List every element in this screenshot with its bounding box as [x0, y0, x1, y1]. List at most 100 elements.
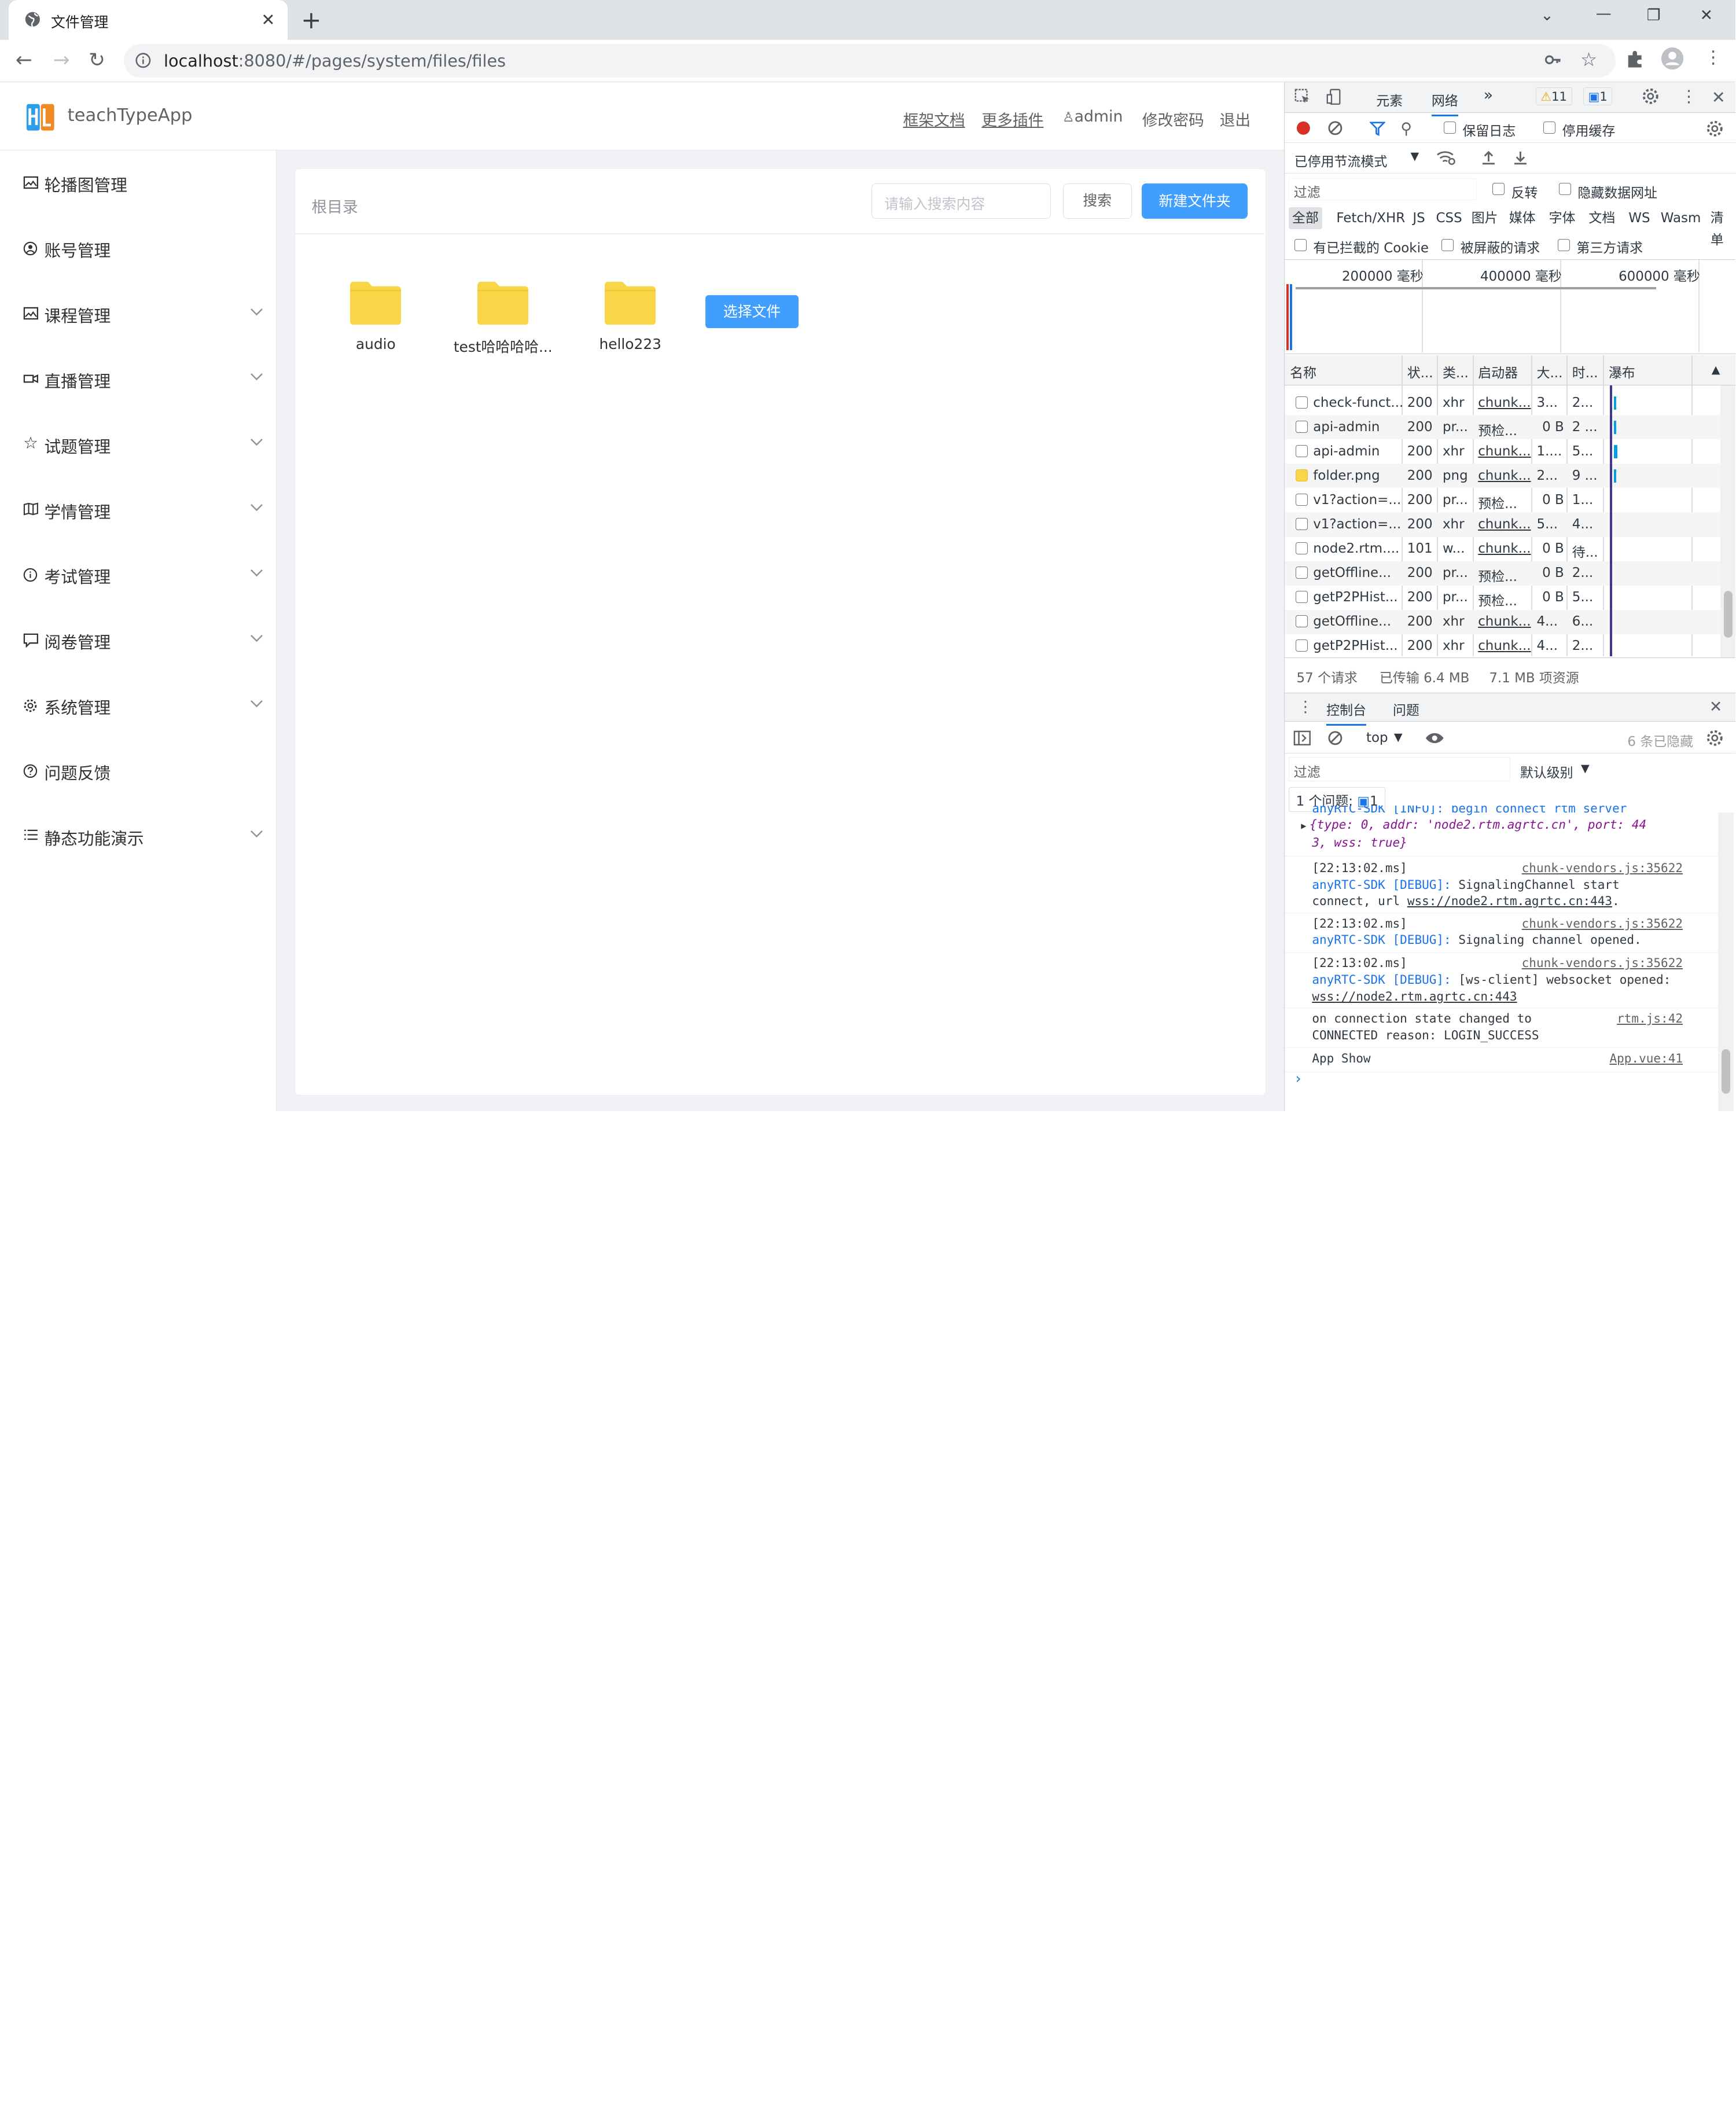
type-filter-all[interactable]: 全部 [1289, 207, 1322, 229]
request-row[interactable]: getP2PHist... 200 pr... 预检... 0 B 5... [1285, 586, 1725, 610]
request-row[interactable]: v1?action=... 200 pr... 预检... 0 B 1... [1285, 488, 1725, 512]
bookmark-star-icon[interactable]: ☆ [1580, 49, 1597, 71]
throttle-select[interactable]: 已停用节流模式 [1294, 150, 1388, 170]
close-icon[interactable]: ✕ [261, 10, 275, 30]
type-filter-ws[interactable]: WS [1625, 207, 1654, 229]
menu-item-carousel[interactable]: 轮播图管理 [0, 161, 275, 206]
col-type[interactable]: 类... [1443, 362, 1469, 381]
drawer-menu-icon[interactable]: ⋮ [1297, 698, 1313, 716]
menu-item-questions[interactable]: ☆ 试题管理 [0, 423, 275, 468]
preserve-log-checkbox[interactable] [1443, 122, 1456, 134]
search-input[interactable]: 请输入搜索内容 [871, 183, 1051, 219]
request-row[interactable]: getP2PHist... 200 xhr chunk... 4... 2... [1285, 634, 1725, 659]
inspect-icon[interactable] [1294, 89, 1311, 105]
col-status[interactable]: 状... [1407, 362, 1433, 381]
request-initiator[interactable]: chunk... [1478, 395, 1531, 410]
filter-icon[interactable] [1369, 120, 1385, 137]
warnings-badge[interactable]: ⚠11 [1535, 87, 1572, 105]
request-initiator[interactable]: 预检... [1478, 492, 1517, 512]
request-initiator[interactable]: chunk... [1478, 468, 1531, 483]
window-close-icon[interactable]: ✕ [1700, 6, 1713, 24]
new-folder-button[interactable]: 新建文件夹 [1141, 183, 1248, 219]
url-link[interactable]: wss://node2.rtm.agrtc.cn:443 [1312, 988, 1718, 1005]
request-initiator[interactable]: 预检... [1478, 590, 1517, 609]
request-row[interactable]: api-admin 200 xhr chunk... 1.... 5... [1285, 439, 1725, 464]
request-initiator[interactable]: chunk... [1478, 517, 1531, 532]
menu-item-live[interactable]: 直播管理 [0, 358, 275, 402]
type-filter-fetch[interactable]: Fetch/XHR [1333, 207, 1408, 229]
import-har-icon[interactable] [1481, 149, 1496, 165]
request-row[interactable]: api-admin 200 pr... 预检... 0 B 2 ... [1284, 415, 1725, 440]
context-select[interactable]: top [1366, 730, 1388, 745]
browser-tab[interactable]: 文件管理 ✕ [9, 0, 288, 40]
request-row[interactable]: check-funct... 200 xhr chunk... 3... 2..… [1285, 391, 1725, 415]
menu-item-accounts[interactable]: 账号管理 [0, 227, 275, 271]
filter-input[interactable]: 过滤 [1289, 178, 1477, 201]
request-row[interactable]: folder.png 200 png chunk... 2... 9 ... [1284, 464, 1725, 488]
log-level-select[interactable]: 默认级别 [1520, 762, 1573, 781]
clear-icon[interactable] [1327, 120, 1343, 136]
scrollbar-thumb[interactable] [1721, 1049, 1731, 1094]
console-filter-input[interactable]: 过滤 [1289, 757, 1510, 782]
chevron-down-icon[interactable]: ⌄ [1540, 6, 1553, 24]
pick-file-button[interactable]: 选择文件 [705, 295, 799, 329]
source-link[interactable]: chunk-vendors.js:35622 [1522, 916, 1683, 932]
docs-link[interactable]: 框架文档 [903, 108, 965, 130]
device-toolbar-icon[interactable] [1326, 89, 1343, 105]
close-drawer-icon[interactable]: ✕ [1709, 698, 1722, 716]
browser-menu-icon[interactable]: ⋮ [1704, 47, 1722, 68]
settings-gear-icon[interactable] [1642, 87, 1660, 105]
reload-icon[interactable]: ↻ [89, 49, 105, 72]
type-filter-manifest[interactable]: 清单 [1707, 207, 1735, 248]
request-row[interactable]: getOffline... 200 xhr chunk... 4... 6... [1284, 609, 1725, 634]
menu-item-grading[interactable]: 阅卷管理 [0, 619, 275, 663]
type-filter-wasm[interactable]: Wasm [1657, 207, 1704, 229]
tab-console[interactable]: 控制台 [1326, 699, 1366, 726]
col-waterfall[interactable]: 瀑布 [1609, 362, 1635, 381]
request-initiator[interactable]: chunk... [1478, 444, 1531, 459]
new-tab-icon[interactable]: + [301, 6, 321, 34]
request-initiator[interactable]: 预检... [1478, 420, 1517, 439]
change-password-link[interactable]: 修改密码 [1142, 108, 1204, 130]
url-link[interactable]: wss://node2.rtm.agrtc.cn:443 [1407, 894, 1612, 908]
col-initiator[interactable]: 启动器 [1478, 362, 1518, 381]
console-settings-icon[interactable] [1706, 729, 1724, 747]
live-expression-eye-icon[interactable] [1425, 731, 1444, 745]
export-har-icon[interactable] [1513, 149, 1528, 165]
request-initiator[interactable]: chunk... [1478, 614, 1531, 629]
expand-arrow-icon[interactable]: ▶ [1301, 821, 1306, 831]
minimize-icon[interactable]: — [1596, 5, 1612, 23]
scrollbar-thumb[interactable] [1723, 591, 1733, 638]
request-row[interactable]: v1?action=... 200 xhr chunk... 5... 4... [1284, 512, 1725, 537]
request-list-scrollbar[interactable] [1720, 385, 1735, 657]
menu-item-feedback[interactable]: 问题反馈 [0, 749, 275, 794]
restore-icon[interactable]: ❐ [1647, 6, 1661, 24]
search-icon[interactable]: ⚲ [1400, 120, 1412, 138]
console-prompt-icon[interactable]: › [1296, 1070, 1301, 1087]
key-icon[interactable] [1544, 51, 1562, 69]
request-row[interactable]: getOffline... 200 pr... 预检... 0 B 2... [1284, 561, 1725, 586]
console-scrollbar[interactable] [1718, 812, 1734, 1112]
forward-icon[interactable]: → [53, 49, 70, 72]
info-icon[interactable] [135, 52, 152, 69]
col-name[interactable]: 名称 [1290, 362, 1316, 381]
invert-checkbox[interactable] [1492, 182, 1505, 195]
tab-network[interactable]: 网络 [1431, 90, 1458, 117]
blocked-cookies-checkbox[interactable] [1294, 239, 1307, 252]
request-initiator[interactable]: 预检... [1478, 565, 1517, 585]
record-icon[interactable] [1296, 120, 1311, 136]
type-filter-img[interactable]: 图片 [1468, 207, 1501, 229]
tab-elements[interactable]: 元素 [1376, 90, 1403, 109]
menu-item-static-demo[interactable]: 静态功能演示 [0, 815, 275, 859]
logout-link[interactable]: 退出 [1220, 108, 1251, 130]
request-row[interactable]: node2.rtm.... 101 w... chunk... 0 B 待... [1285, 537, 1725, 561]
profile-avatar-icon[interactable] [1660, 46, 1684, 71]
third-party-checkbox[interactable] [1557, 239, 1570, 252]
close-devtools-icon[interactable]: ✕ [1712, 87, 1726, 107]
type-filter-font[interactable]: 字体 [1546, 207, 1579, 229]
col-size[interactable]: 大... [1537, 362, 1563, 381]
type-filter-css[interactable]: CSS [1433, 207, 1466, 229]
type-filter-js[interactable]: JS [1410, 207, 1429, 229]
clear-console-icon[interactable] [1327, 730, 1343, 746]
more-tabs-icon[interactable]: » [1484, 86, 1493, 104]
